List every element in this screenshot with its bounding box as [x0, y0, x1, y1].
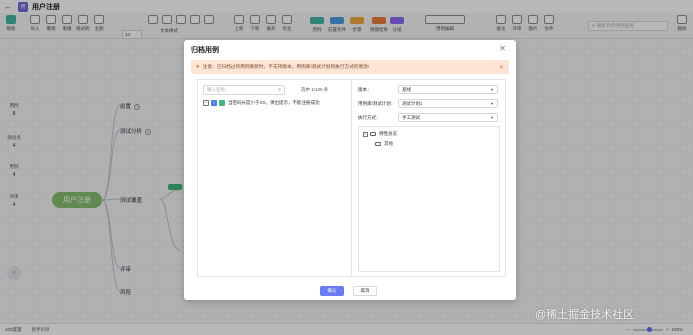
- archive-dialog: 归档用例 ✕ ● 注意：已归档过的用例要新时，不支持版本，用例库/测试计划和执行…: [184, 40, 516, 300]
- version-row: 版本： 基线 ▼: [358, 85, 498, 94]
- case-search-input[interactable]: 输入名称... ⌕: [203, 85, 285, 95]
- case-type-icon: [219, 100, 225, 106]
- notice-banner: ● 注意：已归档过的用例要新时，不支持版本，用例库/测试计划和执行方式的更改! …: [191, 60, 509, 74]
- cancel-button[interactable]: 取消: [353, 286, 377, 296]
- case-list-panel: 输入名称... ⌕ 选中 1/100 条 − ✓ 当密码长度小于XX，弹出提示，…: [197, 79, 351, 277]
- warning-icon: ●: [196, 64, 200, 70]
- folder-icon: [375, 141, 381, 147]
- chevron-down-icon: ▼: [490, 115, 494, 120]
- collapse-toggle-icon[interactable]: −: [203, 100, 209, 106]
- checkbox-checked[interactable]: ✓: [211, 100, 217, 106]
- archive-settings-panel: 版本： 基线 ▼ 用例库/测试计划： 测试计划1 ▼ 执行方式： 手工测试 ▼ − 特…: [351, 79, 506, 277]
- confirm-button[interactable]: 确认: [320, 286, 344, 296]
- case-list-item[interactable]: − ✓ 当密码长度小于XX，弹出提示，不能注册成功: [203, 100, 320, 106]
- search-icon: ⌕: [278, 87, 281, 93]
- exec-select[interactable]: 手工测试 ▼: [398, 113, 498, 122]
- close-icon[interactable]: ✕: [499, 44, 506, 53]
- library-row: 用例库/测试计划： 测试计划1 ▼: [358, 99, 498, 108]
- exec-row: 执行方式： 手工测试 ▼: [358, 113, 498, 122]
- library-select[interactable]: 测试计划1 ▼: [398, 99, 498, 108]
- version-select[interactable]: 基线 ▼: [398, 85, 498, 94]
- folder-icon: [370, 131, 376, 137]
- collapse-toggle-icon[interactable]: −: [363, 131, 368, 137]
- chevron-down-icon: ▼: [490, 87, 494, 92]
- chevron-down-icon: ▼: [490, 101, 494, 106]
- notice-close-icon[interactable]: ✕: [499, 64, 504, 71]
- directory-tree: − 特性总览 其他: [358, 126, 500, 272]
- tree-node-other[interactable]: 其他: [375, 141, 393, 147]
- selected-count: 选中 1/100 条: [301, 87, 329, 92]
- watermark: @稀土掘金技术社区: [535, 309, 635, 321]
- dialog-title: 归档用例: [191, 47, 219, 54]
- tree-node-root[interactable]: − 特性总览: [363, 131, 397, 137]
